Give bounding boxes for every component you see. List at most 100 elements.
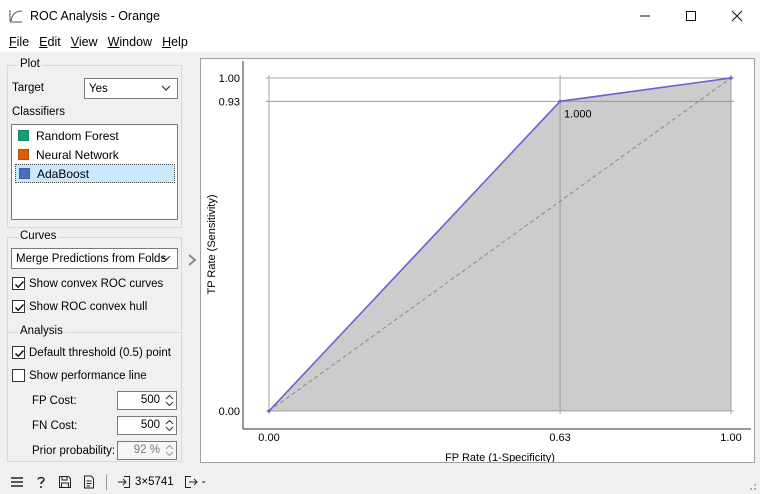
menu-file-label: ile xyxy=(16,34,30,49)
close-button[interactable] xyxy=(714,0,760,31)
checkmark-icon xyxy=(14,280,25,289)
checkbox-box xyxy=(12,300,25,313)
neural-network-color-swatch xyxy=(18,149,29,160)
resize-grip-icon[interactable] xyxy=(747,481,757,491)
checkbox-box xyxy=(12,369,25,382)
x-tick-label: 0.00 xyxy=(258,432,279,444)
menu-window-label: indow xyxy=(119,34,153,49)
maximize-button[interactable] xyxy=(668,0,714,31)
menu-help-mnemonic: H xyxy=(162,34,172,49)
maximize-icon xyxy=(686,10,696,21)
performance-line-label: Show performance line xyxy=(29,369,147,382)
help-icon[interactable] xyxy=(34,475,48,489)
target-combo[interactable]: Yes xyxy=(84,78,178,99)
roc-point xyxy=(729,76,733,80)
fp-cost-label: FP Cost: xyxy=(32,395,77,407)
status-bar: 3×5741 - xyxy=(0,470,760,494)
default-threshold-checkbox[interactable]: Default threshold (0.5) point xyxy=(12,346,171,359)
chevron-down-icon xyxy=(161,85,171,91)
prior-probability-label: Prior probability: xyxy=(32,445,116,457)
fn-cost-spinbox[interactable]: 500 xyxy=(117,416,177,435)
menu-edit-mnemonic: E xyxy=(39,34,48,49)
roc-app-icon xyxy=(9,9,23,22)
show-convex-hull-label: Show ROC convex hull xyxy=(29,300,148,313)
checkbox-box xyxy=(12,277,25,290)
curve-method-combo[interactable]: Merge Predictions from Folds xyxy=(11,248,178,269)
classifier-item-neural-network[interactable]: Neural Network xyxy=(15,145,175,164)
analysis-group-title: Analysis xyxy=(18,325,65,337)
analysis-group: Analysis Default threshold (0.5) point S… xyxy=(7,325,182,462)
show-convex-hull-checkbox[interactable]: Show ROC convex hull xyxy=(12,300,147,313)
classifiers-list[interactable]: Random Forest Neural Network AdaBoost xyxy=(11,124,178,220)
menu-bar: File Edit View Window Help xyxy=(0,31,760,52)
menu-view[interactable]: View xyxy=(66,35,103,49)
y-axis-label: TP Rate (Sensitivity) xyxy=(206,194,218,294)
close-icon xyxy=(731,10,743,21)
menu-help-label: elp xyxy=(171,34,188,49)
menu-window-mnemonic: W xyxy=(107,34,120,49)
roc-chart: 0.00 0.63 1.00 0.00 0.93 1.00 FP Rate (1-Speci… xyxy=(206,61,751,464)
report-icon[interactable] xyxy=(82,475,96,489)
fn-cost-value: 500 xyxy=(140,419,160,431)
classifier-item-random-forest[interactable]: Random Forest xyxy=(15,126,175,145)
y-tick-label: 1.00 xyxy=(219,73,240,85)
output-data-icon xyxy=(184,476,198,488)
prior-probability-value: 92 % xyxy=(133,444,160,456)
menu-edit[interactable]: Edit xyxy=(34,35,66,49)
roc-point xyxy=(267,409,271,413)
collapse-panel-chevron-icon[interactable] xyxy=(186,253,198,267)
performance-line-checkbox[interactable]: Show performance line xyxy=(12,369,147,382)
roc-plot[interactable]: 0.00 0.63 1.00 0.00 0.93 1.00 FP Rate (1-Speci… xyxy=(200,58,755,464)
minimize-button[interactable] xyxy=(622,0,668,31)
target-label: Target xyxy=(12,82,44,94)
chevron-down-icon xyxy=(161,255,171,261)
classifier-item-adaboost[interactable]: AdaBoost xyxy=(15,164,175,183)
checkmark-icon xyxy=(14,349,25,358)
hamburger-menu-icon[interactable] xyxy=(10,475,24,489)
show-convex-curves-checkbox[interactable]: Show convex ROC curves xyxy=(12,277,163,290)
spin-arrows-icon xyxy=(165,444,174,457)
fp-cost-spinbox[interactable]: 500 xyxy=(117,391,177,410)
menu-view-label: iew xyxy=(78,34,98,49)
adaboost-color-swatch xyxy=(19,168,30,179)
fp-cost-value: 500 xyxy=(140,394,160,406)
classifier-label: AdaBoost xyxy=(37,166,90,181)
random-forest-color-swatch xyxy=(18,130,29,141)
checkmark-icon xyxy=(14,303,25,312)
target-value: Yes xyxy=(89,82,108,95)
x-tick-label: 0.63 xyxy=(549,432,570,444)
menu-help[interactable]: Help xyxy=(157,35,193,49)
x-axis-label: FP Rate (1-Specificity) xyxy=(445,452,555,462)
plot-group-title: Plot xyxy=(18,58,42,70)
menu-file-mnemonic: F xyxy=(9,34,17,49)
minimize-icon xyxy=(640,15,650,16)
menu-file[interactable]: File xyxy=(4,35,34,49)
y-tick-label: 0.00 xyxy=(219,406,240,418)
input-data-shape: 3×5741 xyxy=(135,476,174,488)
roc-point xyxy=(558,99,562,103)
curves-group-title: Curves xyxy=(18,230,59,242)
prior-probability-spinbox[interactable]: 92 % xyxy=(117,441,177,460)
checkbox-box xyxy=(12,346,25,359)
fn-cost-label: FN Cost: xyxy=(32,420,78,432)
status-separator xyxy=(106,474,107,490)
classifier-label: Random Forest xyxy=(36,128,119,143)
classifier-label: Neural Network xyxy=(36,147,119,162)
spin-arrows-icon xyxy=(165,419,174,432)
save-icon[interactable] xyxy=(58,475,72,489)
curve-method-value: Merge Predictions from Folds xyxy=(16,252,167,265)
window-controls xyxy=(622,0,760,31)
threshold-point-label: 1.000 xyxy=(564,108,592,120)
output-data-summary: - xyxy=(201,476,206,488)
default-threshold-label: Default threshold (0.5) point xyxy=(29,346,171,359)
menu-window[interactable]: Window xyxy=(103,35,157,49)
classifiers-label: Classifiers xyxy=(12,106,66,118)
menu-view-mnemonic: V xyxy=(70,34,79,49)
spin-arrows-icon xyxy=(165,394,174,407)
menu-edit-label: dit xyxy=(47,34,61,49)
title-bar: ROC Analysis - Orange xyxy=(0,0,760,31)
input-data-icon xyxy=(118,476,130,488)
show-convex-curves-label: Show convex ROC curves xyxy=(29,277,164,290)
x-tick-label: 1.00 xyxy=(720,432,741,444)
plot-group: Plot Target Yes Classifiers Random Fores… xyxy=(7,58,182,228)
